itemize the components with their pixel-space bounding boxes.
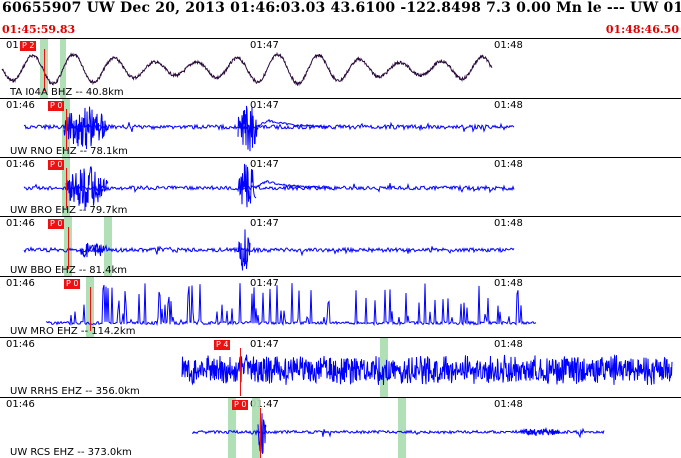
trace-panel-ta-i04a[interactable]: 01:46 01:47 01:48 P 2 TA I04A BHZ -- 40.…	[0, 38, 681, 98]
phase-pick-marker[interactable]: P 0	[48, 160, 65, 170]
trace-panel-uw-bro[interactable]: 01:46 01:47 01:48 P 0 UW BRO EHZ -- 79.7…	[0, 157, 681, 216]
trace-panel-uw-rno[interactable]: 01:46 01:47 01:48 P 0 UW RNO EHZ -- 78.1…	[0, 98, 681, 157]
channel-label: TA I04A BHZ -- 40.8km	[10, 87, 124, 98]
channel-label: UW MRO EHZ -- 114.2km	[10, 326, 136, 337]
phase-pick-line	[260, 408, 261, 458]
phase-pick-marker[interactable]: P 0	[48, 219, 65, 229]
channel-label: UW RNO EHZ -- 78.1km	[10, 146, 128, 157]
window-end-time: 01:48:46.50	[605, 23, 679, 36]
phase-pick-marker[interactable]: P 2	[20, 41, 37, 51]
phase-pick-marker[interactable]: P 0	[48, 101, 65, 111]
phase-pick-marker[interactable]: P 4	[214, 340, 231, 350]
phase-pick-line	[90, 287, 91, 331]
event-title: 60655907 UW Dec 20, 2013 01:46:03.03 43.…	[2, 0, 681, 16]
phase-pick-marker[interactable]: P 0	[232, 400, 249, 410]
channel-label: UW RRHS EHZ -- 356.0km	[10, 386, 140, 397]
trace-panel-uw-bbo[interactable]: 01:46 01:47 01:48 P 0 UW BBO EHZ -- 81.4…	[0, 216, 681, 276]
phase-pick-line	[68, 227, 69, 269]
trace-panel-uw-rrhs[interactable]: 01:46 01:47 01:48 P 4 UW RRHS EHZ -- 356…	[0, 337, 681, 397]
header: 60655907 UW Dec 20, 2013 01:46:03.03 43.…	[0, 0, 681, 38]
channel-label: UW BBO EHZ -- 81.4km	[10, 265, 128, 276]
phase-pick-line	[66, 109, 67, 149]
phase-pick-line	[66, 168, 67, 208]
phase-pick-line	[240, 348, 241, 396]
phase-pick-line	[44, 49, 45, 91]
window-start-time: 01:45:59.83	[2, 23, 76, 36]
channel-label: UW BRO EHZ -- 79.7km	[10, 205, 128, 216]
trace-panel-uw-rcs[interactable]: 01:46 01:47 01:48 P 0 UW RCS EHZ -- 373.…	[0, 397, 681, 458]
phase-pick-marker[interactable]: P 0	[64, 279, 81, 289]
channel-label: UW RCS EHZ -- 373.0km	[10, 447, 132, 458]
trace-panel-uw-mro[interactable]: 01:46 01:47 01:48 P 0 UW MRO EHZ -- 114.…	[0, 276, 681, 337]
